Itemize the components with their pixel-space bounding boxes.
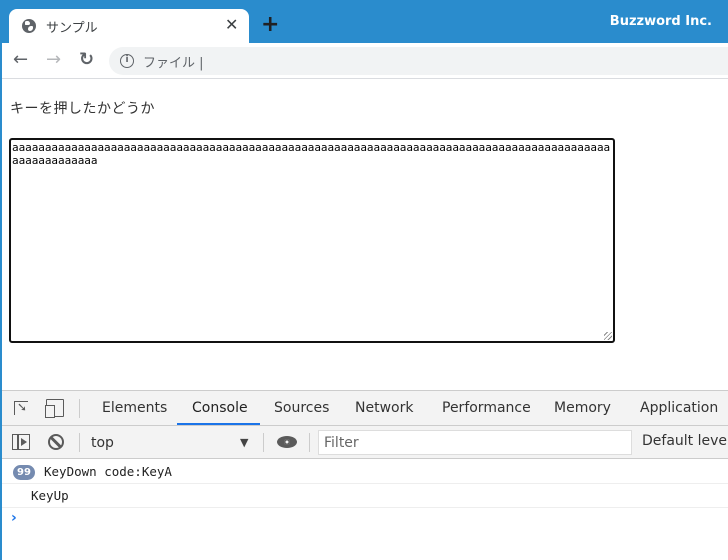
page-content: キーを押したかどうか aaaaaaaaaaaaaaaaaaaaaaaaaaaaa… (0, 80, 728, 390)
console-toolbar: top ▼ Default levels (0, 426, 728, 459)
chevron-down-icon: ▼ (240, 436, 249, 449)
tab-performance[interactable]: Performance (442, 400, 531, 416)
browser-tab[interactable]: サンプル ✕ (9, 9, 249, 43)
inspect-element-icon[interactable] (14, 400, 28, 415)
device-toolbar-icon[interactable] (45, 399, 64, 418)
active-tab-indicator (177, 423, 260, 425)
page-heading: キーを押したかどうか (10, 101, 155, 117)
divider (79, 399, 80, 418)
filter-input[interactable] (318, 430, 632, 455)
console-prompt[interactable]: › (0, 508, 728, 532)
textarea-value: aaaaaaaaaaaaaaaaaaaaaaaaaaaaaaaaaaaaaaaa… (12, 141, 611, 167)
reload-button[interactable]: ↻ (79, 49, 94, 71)
tab-title: サンプル (46, 21, 98, 36)
close-tab-button[interactable]: ✕ (225, 15, 238, 35)
back-button[interactable]: ← (13, 49, 28, 71)
tab-network[interactable]: Network (355, 400, 413, 416)
address-bar[interactable]: i ファイル | (109, 47, 728, 75)
tab-console[interactable]: Console (192, 400, 248, 416)
show-sidebar-icon[interactable] (12, 434, 30, 450)
divider (309, 433, 310, 452)
tab-elements[interactable]: Elements (102, 400, 167, 416)
key-textarea[interactable]: aaaaaaaaaaaaaaaaaaaaaaaaaaaaaaaaaaaaaaaa… (9, 138, 615, 343)
divider (79, 433, 80, 452)
clear-console-icon[interactable] (48, 434, 64, 450)
address-text: ファイル | (143, 56, 204, 71)
divider (263, 433, 264, 452)
tab-sources[interactable]: Sources (274, 400, 329, 416)
new-tab-button[interactable]: + (261, 13, 279, 37)
console-message-text: KeyDown code:KeyA (44, 464, 172, 479)
forward-button[interactable]: → (46, 49, 61, 71)
context-value: top (91, 435, 114, 451)
tab-application[interactable]: Application (640, 400, 718, 416)
browser-toolbar: ← → ↻ i ファイル | (0, 43, 728, 79)
log-levels-dropdown[interactable]: Default levels (642, 433, 728, 449)
console-message: KeyUp (0, 484, 728, 508)
resize-handle[interactable] (604, 332, 612, 340)
devtools-tabbar: Elements Console Sources Network Perform… (0, 391, 728, 426)
context-selector[interactable]: top ▼ (82, 428, 262, 457)
repeat-count-badge: 99 (13, 465, 35, 480)
chevron-right-icon: › (11, 510, 17, 526)
console-message: 99 KeyDown code:KeyA (0, 460, 728, 484)
info-icon[interactable]: i (120, 54, 134, 68)
brand-label: Buzzword Inc. (609, 14, 712, 29)
live-expression-eye-icon[interactable] (277, 436, 297, 448)
console-output: 99 KeyDown code:KeyA KeyUp › (0, 460, 728, 532)
tab-memory[interactable]: Memory (554, 400, 611, 416)
devtools-panel: Elements Console Sources Network Perform… (0, 390, 728, 560)
window-edge (0, 0, 2, 560)
title-bar: サンプル ✕ + Buzzword Inc. (0, 0, 728, 43)
globe-icon (22, 19, 36, 33)
console-message-text: KeyUp (31, 488, 69, 503)
